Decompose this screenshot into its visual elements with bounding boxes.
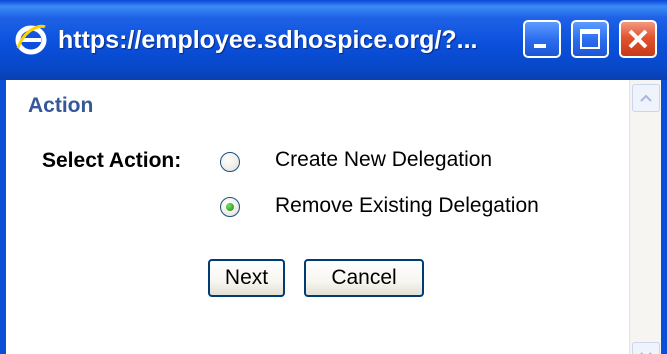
window-title: https://employee.sdhospice.org/?... [58,26,478,54]
minimize-icon [534,44,546,48]
section-title: Action [28,94,94,117]
radio-selected-dot [226,203,234,211]
create-delegation-radio[interactable] [220,152,240,172]
maximize-icon [580,29,600,49]
remove-delegation-label[interactable]: Remove Existing Delegation [275,194,539,218]
page-content: Action Select Action: Create New Delegat… [6,80,629,354]
scroll-down-button[interactable] [632,342,660,354]
next-button[interactable]: Next [208,259,285,297]
remove-delegation-radio[interactable] [220,197,240,217]
close-icon [628,29,648,49]
window-frame-right [661,80,667,354]
maximize-button[interactable] [571,20,609,58]
title-bar[interactable]: https://employee.sdhospice.org/?... [0,0,667,80]
select-action-label: Select Action: [42,149,182,172]
minimize-button[interactable] [523,20,561,58]
popup-window: https://employee.sdhospice.org/?... Acti… [0,0,667,354]
internet-explorer-icon [14,22,48,56]
create-delegation-label[interactable]: Create New Delegation [275,148,492,172]
chevron-up-icon [640,94,652,102]
vertical-scrollbar[interactable] [629,80,661,354]
close-button[interactable] [619,20,657,58]
scroll-up-button[interactable] [632,84,660,112]
cancel-button[interactable]: Cancel [304,259,424,297]
chevron-down-icon [640,352,652,354]
